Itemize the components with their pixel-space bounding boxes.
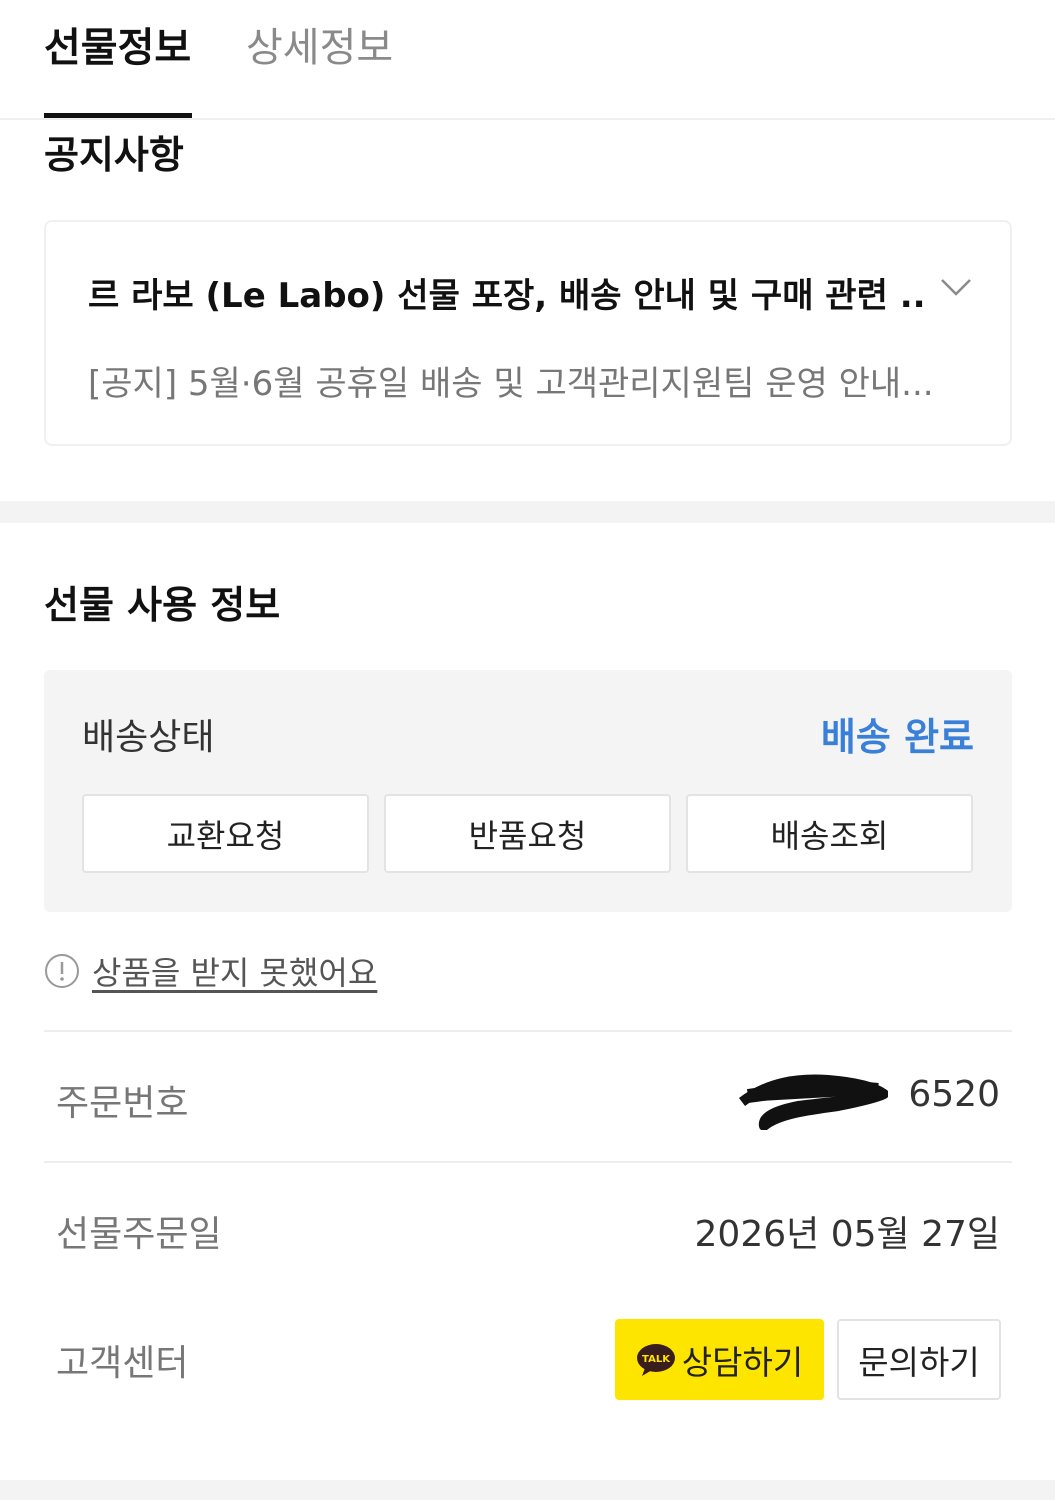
order-number-value: 6520 bbox=[908, 1074, 1000, 1115]
gift-order-date-label: 선물주문일 bbox=[56, 1214, 222, 1255]
order-number-label: 주문번호 bbox=[56, 1083, 189, 1124]
tab-detail-info[interactable]: 상세정보 bbox=[246, 24, 393, 72]
notice-item-second[interactable]: [공지] 5월·6월 공휴일 배송 및 고객관리지원팀 운영 안내... bbox=[88, 356, 968, 405]
track-delivery-button[interactable]: 배송조회 bbox=[686, 794, 973, 873]
notice-card[interactable]: 르 라보 (Le Labo) 선물 포장, 배송 안내 및 구매 관련 ... … bbox=[44, 220, 1012, 446]
bottom-divider-band bbox=[0, 1480, 1055, 1500]
delivery-status-label: 배송상태 bbox=[82, 717, 215, 758]
info-circle-icon bbox=[45, 954, 79, 988]
not-received-text[interactable]: 상품을 받지 못했어요 bbox=[92, 948, 377, 994]
tab-bar: 선물정보 상세정보 bbox=[0, 0, 1055, 120]
redaction-scribble bbox=[738, 1074, 888, 1130]
delivery-status-box: 배송상태 배송 완료 교환요청 반품요청 배송조회 bbox=[44, 670, 1012, 912]
notice-item-first[interactable]: 르 라보 (Le Labo) 선물 포장, 배송 안내 및 구매 관련 ... bbox=[88, 268, 928, 317]
active-tab-indicator bbox=[44, 113, 192, 118]
notice-section-title: 공지사항 bbox=[44, 133, 184, 177]
divider bbox=[44, 1161, 1012, 1163]
tab-gift-info[interactable]: 선물정보 bbox=[44, 24, 191, 72]
svg-text:TALK: TALK bbox=[642, 1354, 671, 1365]
delivery-status-value: 배송 완료 bbox=[820, 715, 974, 759]
customer-center-label: 고객센터 bbox=[56, 1343, 189, 1384]
section-divider-band bbox=[0, 501, 1055, 523]
not-received-link[interactable]: 상품을 받지 못했어요 bbox=[44, 948, 377, 994]
gift-order-date-value: 2026년 05월 27일 bbox=[694, 1214, 1000, 1255]
chevron-down-icon[interactable] bbox=[936, 272, 976, 302]
kakao-talk-consult-button[interactable]: TALK 상담하기 bbox=[615, 1319, 824, 1400]
return-request-button[interactable]: 반품요청 bbox=[384, 794, 671, 873]
kakao-talk-consult-label: 상담하기 bbox=[681, 1342, 804, 1382]
inquiry-button[interactable]: 문의하기 bbox=[837, 1319, 1001, 1400]
exchange-request-button[interactable]: 교환요청 bbox=[82, 794, 369, 873]
divider bbox=[44, 1030, 1012, 1032]
talk-bubble-icon: TALK bbox=[636, 1343, 675, 1376]
usage-section-title: 선물 사용 정보 bbox=[44, 583, 281, 627]
